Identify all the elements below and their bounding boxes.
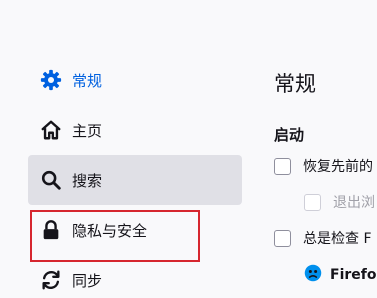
sidebar-item-home[interactable]: 主页 bbox=[28, 105, 242, 155]
restore-session-option: 恢复先前的 bbox=[274, 156, 373, 176]
default-browser-option: 总是检查 F bbox=[274, 228, 372, 248]
sidebar-item-label: 常规 bbox=[72, 71, 103, 90]
default-browser-checkbox[interactable] bbox=[274, 229, 291, 247]
restore-session-checkbox[interactable] bbox=[274, 157, 291, 175]
warn-on-exit-checkbox[interactable] bbox=[304, 193, 321, 211]
warning-face-icon bbox=[304, 264, 322, 286]
sync-icon bbox=[38, 267, 64, 293]
home-icon bbox=[38, 117, 64, 143]
preferences-page: 常规 主页 搜索 隐私与安全 同步 常规 启动 恢复先前的 退出浏 总是检查 F… bbox=[0, 0, 377, 298]
sidebar-item-general[interactable]: 常规 bbox=[28, 55, 242, 105]
default-browser-label: 总是检查 F bbox=[303, 231, 372, 247]
section-title-startup: 启动 bbox=[274, 126, 305, 144]
highlight-annotation-box bbox=[30, 210, 200, 262]
firefox-status-row: Firefo bbox=[304, 264, 376, 286]
sidebar-item-label: 搜索 bbox=[72, 171, 103, 190]
sidebar: 常规 主页 搜索 隐私与安全 同步 bbox=[0, 0, 250, 298]
warn-on-exit-label: 退出浏 bbox=[333, 195, 375, 211]
gear-icon bbox=[38, 67, 64, 93]
firefox-label: Firefo bbox=[330, 267, 377, 283]
warn-on-exit-option: 退出浏 bbox=[304, 192, 375, 212]
main-content: 常规 启动 恢复先前的 退出浏 总是检查 F Firefo bbox=[258, 0, 377, 298]
sidebar-item-label: 主页 bbox=[72, 121, 103, 140]
sidebar-item-label: 同步 bbox=[72, 271, 103, 290]
restore-session-label: 恢复先前的 bbox=[303, 159, 373, 175]
search-icon bbox=[38, 167, 64, 193]
sidebar-item-search[interactable]: 搜索 bbox=[28, 155, 242, 205]
page-title: 常规 bbox=[274, 72, 316, 96]
